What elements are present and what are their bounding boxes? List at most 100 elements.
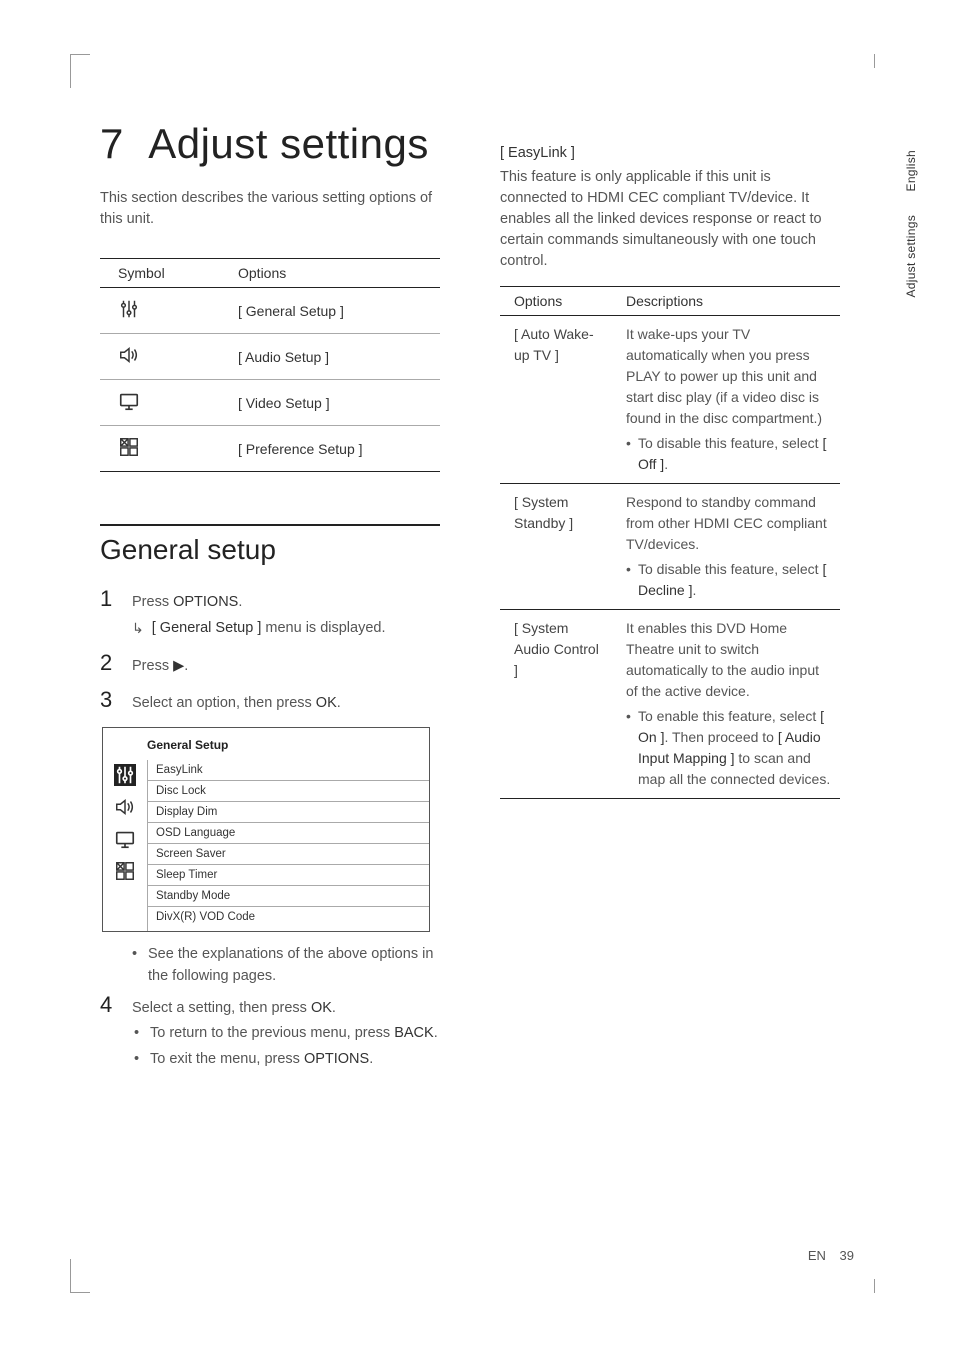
crop-mark xyxy=(70,54,90,88)
chapter-number: 7 xyxy=(100,120,124,167)
general-setup-ui: General Setup xyxy=(102,727,430,932)
option-desc: It enables this DVD Home Theatre unit to… xyxy=(612,610,840,799)
step-number: 4 xyxy=(100,992,118,1018)
list-item: Disc Lock xyxy=(148,781,429,802)
footer-lang: EN xyxy=(808,1248,826,1263)
table-row: [ Auto Wake-up TV ] It wake-ups your TV … xyxy=(500,316,840,484)
step-2: 2 Press ▶. xyxy=(100,650,440,678)
option-label: [ Audio Setup ] xyxy=(220,334,440,380)
step-1: 1 Press OPTIONS. ↳ [ General Setup ] men… xyxy=(100,586,440,640)
options-header: Options xyxy=(220,259,440,288)
option-label: Display Dim xyxy=(148,802,278,823)
option-label: [ General Setup ] xyxy=(220,288,440,334)
table-row: [ System Standby ] Respond to standby co… xyxy=(500,484,840,610)
note-text: To exit the menu, press OPTIONS. xyxy=(132,1049,440,1071)
table-row: [ Preference Setup ] xyxy=(100,426,440,472)
option-label: Screen Saver xyxy=(148,844,278,865)
button-name: OK xyxy=(311,1000,332,1016)
sliders-icon xyxy=(114,764,136,786)
list-item: Screen Saver xyxy=(148,844,429,865)
ui-icon-column xyxy=(103,760,147,931)
descriptions-header: Descriptions xyxy=(612,287,840,316)
divider xyxy=(100,524,440,526)
table-row: [ General Setup ] xyxy=(100,288,440,334)
speaker-icon xyxy=(100,334,220,380)
page: English Adjust settings 7 Adjust setting… xyxy=(0,0,954,1347)
speaker-icon xyxy=(114,796,136,818)
steps-list: 1 Press OPTIONS. ↳ [ General Setup ] men… xyxy=(100,586,440,715)
left-column: 7 Adjust settings This section describes… xyxy=(100,90,440,1085)
crop-mark xyxy=(871,54,875,68)
table-row: [ Audio Setup ] xyxy=(100,334,440,380)
option-name: [ Auto Wake-up TV ] xyxy=(500,316,612,484)
chapter-title: Adjust settings xyxy=(148,120,429,167)
option-label: [ Video Setup ] xyxy=(220,380,440,426)
page-footer: EN 39 xyxy=(808,1248,854,1263)
step-number: 2 xyxy=(100,650,118,676)
step-text: . xyxy=(332,1000,336,1016)
option-label: Disc Lock xyxy=(148,781,278,802)
page-number: 39 xyxy=(840,1248,854,1263)
options-header: Options xyxy=(500,287,612,316)
option-name: [ System Audio Control ] xyxy=(500,610,612,799)
easylink-heading: [ EasyLink ] xyxy=(500,145,840,161)
step3-note: See the explanations of the above option… xyxy=(130,944,440,988)
side-tabs: English Adjust settings xyxy=(904,150,918,298)
option-desc: Respond to standby command from other HD… xyxy=(612,484,840,610)
result-arrow-icon: ↳ xyxy=(132,618,144,640)
step-4: 4 Select a setting, then press OK. To re… xyxy=(100,992,440,1075)
list-item: Sleep Timer xyxy=(148,865,429,886)
chapter-heading: 7 Adjust settings xyxy=(100,120,440,168)
note-text: To enable this feature, select [ On ]. T… xyxy=(626,706,834,790)
ui-title: General Setup xyxy=(103,728,429,760)
crop-mark xyxy=(70,1259,90,1293)
step-text: Select an option, then press xyxy=(132,695,316,711)
menu-name: [ General Setup ] xyxy=(152,620,262,636)
button-name: OK xyxy=(316,695,337,711)
step-number: 3 xyxy=(100,687,118,713)
table-row: [ System Audio Control ] It enables this… xyxy=(500,610,840,799)
step-text: . xyxy=(238,594,242,610)
grid-icon xyxy=(114,860,136,882)
option-label: Standby Mode xyxy=(148,886,278,907)
step-text: menu is displayed. xyxy=(261,620,385,636)
sliders-icon xyxy=(100,288,220,334)
side-tab-section: Adjust settings xyxy=(904,215,918,298)
note-text: To disable this feature, select [ Off ]. xyxy=(626,433,834,475)
option-desc: It wake-ups your TV automatically when y… xyxy=(612,316,840,484)
step-text: Press xyxy=(132,658,173,674)
list-item: OSD Language xyxy=(148,823,429,844)
step-number: 1 xyxy=(100,586,118,612)
step-text: . xyxy=(337,695,341,711)
button-name: OPTIONS xyxy=(304,1051,369,1067)
list-item: Display Dim xyxy=(148,802,429,823)
option-name: [ System Standby ] xyxy=(500,484,612,610)
step-text: . xyxy=(184,658,188,674)
option-label: EasyLink xyxy=(148,760,278,781)
monitor-icon xyxy=(114,828,136,850)
button-name: OPTIONS xyxy=(173,594,238,610)
list-item: DivX(R) VOD Code xyxy=(148,907,429,927)
crop-mark xyxy=(871,1279,875,1293)
option-label: Sleep Timer xyxy=(148,865,278,886)
ui-option-list: EasyLink Disc Lock Display Dim OSD Langu… xyxy=(147,760,429,931)
button-name: BACK xyxy=(394,1025,434,1041)
step-text: Select a setting, then press xyxy=(132,1000,311,1016)
symbol-header: Symbol xyxy=(100,259,220,288)
symbol-table: Symbol Options [ General Setup ] xyxy=(100,258,440,472)
grid-icon xyxy=(100,426,220,472)
option-label: OSD Language xyxy=(148,823,278,844)
note-text: See the explanations of the above option… xyxy=(130,944,440,988)
monitor-icon xyxy=(100,380,220,426)
play-icon: ▶ xyxy=(173,658,184,674)
list-item: Standby Mode xyxy=(148,886,429,907)
note-text: To disable this feature, select [ Declin… xyxy=(626,559,834,601)
section-heading: General setup xyxy=(100,534,440,566)
intro-text: This section describes the various setti… xyxy=(100,188,440,230)
step-3: 3 Select an option, then press OK. xyxy=(100,687,440,715)
step-text: Press xyxy=(132,594,173,610)
side-tab-language: English xyxy=(904,150,918,191)
easylink-table: Options Descriptions [ Auto Wake-up TV ]… xyxy=(500,286,840,799)
right-column: [ EasyLink ] This feature is only applic… xyxy=(500,90,840,1085)
easylink-desc: This feature is only applicable if this … xyxy=(500,167,840,272)
